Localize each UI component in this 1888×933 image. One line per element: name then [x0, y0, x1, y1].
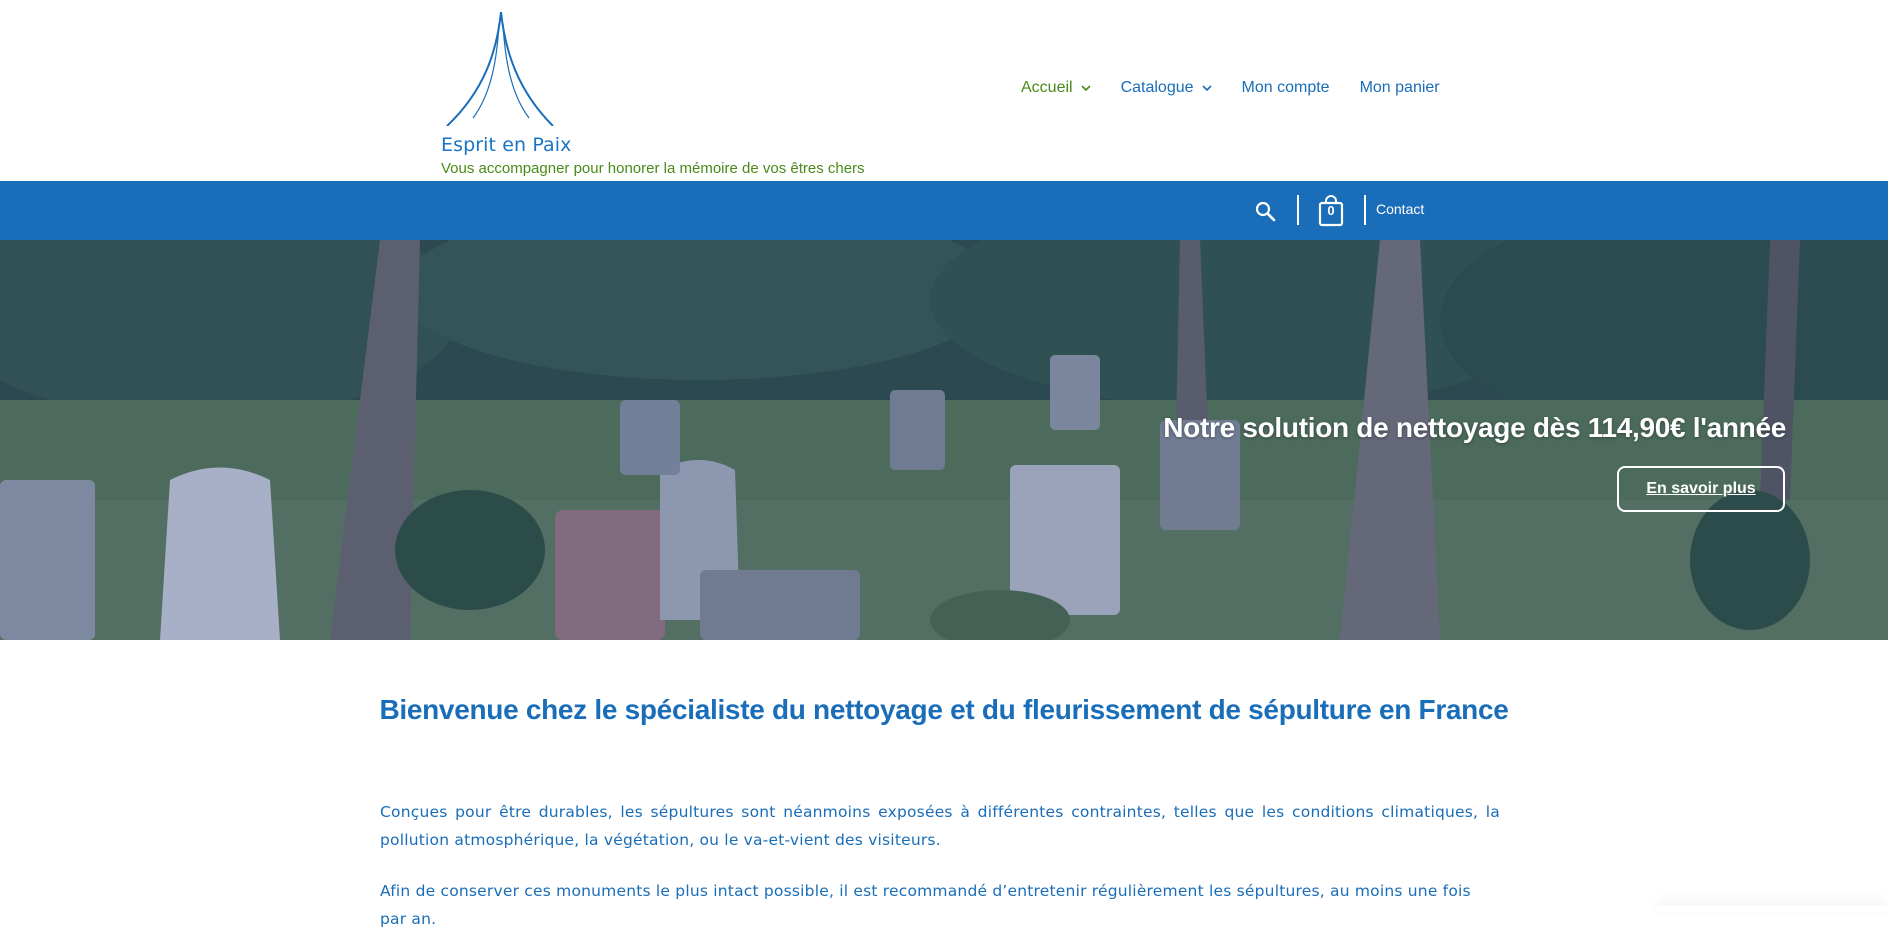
floating-widget-edge — [1658, 906, 1888, 912]
nav-item-catalogue[interactable]: Catalogue — [1121, 79, 1212, 97]
welcome-heading: Bienvenue chez le spécialiste du nettoya… — [379, 694, 1509, 725]
nav-item-accueil[interactable]: Accueil — [1021, 79, 1091, 97]
toolbar-divider — [1364, 195, 1366, 225]
hero-banner: Notre solution de nettoyage dès 114,90€ … — [0, 240, 1888, 640]
learn-more-button[interactable]: En savoir plus — [1617, 466, 1785, 512]
chevron-down-icon — [1081, 85, 1091, 92]
nav-item-mon-panier[interactable]: Mon panier — [1360, 79, 1440, 97]
chevron-down-icon — [1201, 85, 1212, 92]
nav-item-label: Mon compte — [1241, 79, 1330, 96]
logo-arch-icon — [446, 11, 554, 126]
brand-name: Esprit en Paix — [441, 134, 572, 156]
main-nav: Accueil Catalogue Mon compte Mon panier — [1021, 79, 1470, 97]
nav-item-mon-compte[interactable]: Mon compte — [1242, 79, 1330, 97]
site-header: Esprit en Paix Vous accompagner pour hon… — [0, 0, 1888, 181]
cart-count-badge: 0 — [1327, 203, 1335, 218]
nav-item-label: Catalogue — [1120, 79, 1194, 96]
maintenance-paragraph: Afin de conserver ces monuments le plus … — [380, 882, 1471, 928]
search-icon[interactable] — [1254, 200, 1276, 222]
intro-paragraph: Conçues pour être durables, les sépultur… — [380, 803, 1500, 849]
site-logo[interactable]: Esprit en Paix Vous accompagner pour hon… — [441, 10, 881, 177]
nav-item-label: Accueil — [1021, 79, 1073, 96]
nav-item-label: Mon panier — [1359, 79, 1440, 96]
toolbar-divider — [1297, 195, 1299, 225]
cart-button[interactable]: 0 — [1317, 195, 1345, 227]
brand-tagline: Vous accompagner pour honorer la mémoire… — [441, 160, 865, 177]
contact-link[interactable]: Contact — [1376, 201, 1424, 217]
hero-title: Notre solution de nettoyage dès 114,90€ … — [1163, 412, 1786, 443]
top-toolbar: 0 Contact — [0, 181, 1888, 240]
